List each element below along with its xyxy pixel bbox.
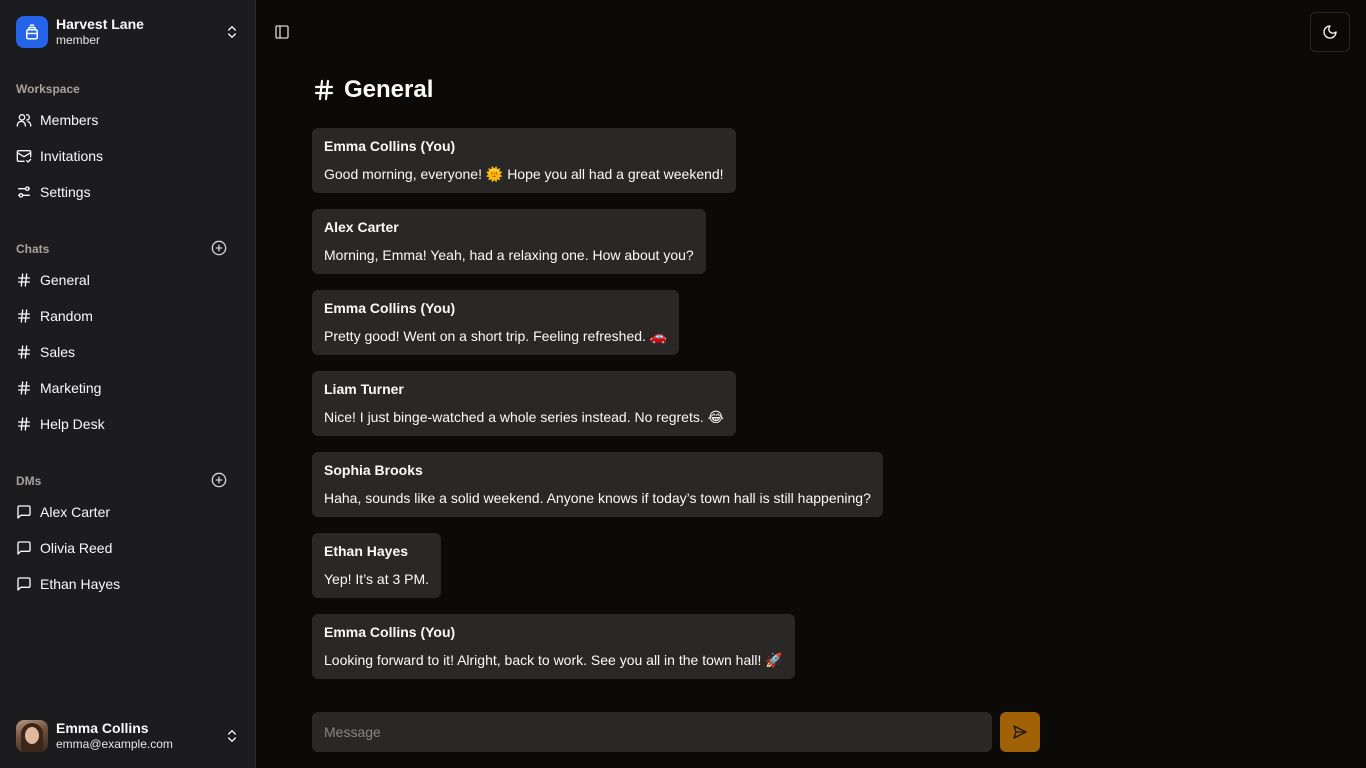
workspace-section-label: Workspace [16, 82, 80, 96]
channel-name: General [344, 76, 434, 103]
hash-icon [314, 79, 334, 101]
message: Liam Turner Nice! I just binge-watched a… [312, 371, 736, 436]
sidebar-item-label: General [40, 272, 90, 288]
sidebar-item-label: Ethan Hayes [40, 576, 121, 592]
theme-toggle-button[interactable] [1310, 12, 1350, 52]
message-author: Sophia Brooks [324, 462, 423, 478]
chevrons-up-down-icon [228, 730, 236, 742]
plus-circle-icon [211, 240, 227, 256]
sidebar-item-invitations[interactable]: Invitations [8, 140, 248, 172]
send-icon [1013, 725, 1027, 739]
add-chat-button[interactable] [210, 239, 228, 257]
panel-left-icon [275, 25, 289, 39]
message: Sophia Brooks Haha, sounds like a solid … [312, 452, 883, 517]
message: Emma Collins (You) Pretty good! Went on … [312, 290, 680, 355]
team-switcher[interactable]: Harvest Lane member [8, 8, 248, 56]
avatar [16, 720, 48, 752]
message-text: Nice! I just binge-watched a whole serie… [324, 409, 724, 425]
message-author: Liam Turner [324, 381, 404, 397]
message-list: Emma Collins (You) Good morning, everyon… [312, 128, 1052, 695]
message-author: Emma Collins (You) [324, 300, 456, 316]
sidebar-item-label: Olivia Reed [40, 540, 113, 556]
message-text: Morning, Emma! Yeah, had a relaxing one.… [324, 247, 694, 263]
sidebar-item-settings[interactable]: Settings [8, 176, 248, 208]
chats-section-label: Chats [16, 242, 50, 256]
team-logo-icon [16, 16, 48, 48]
message: Alex Carter Morning, Emma! Yeah, had a r… [312, 209, 706, 274]
message-input[interactable] [312, 712, 992, 752]
message-text: Haha, sounds like a solid weekend. Anyon… [324, 490, 871, 506]
message: Emma Collins (You) Good morning, everyon… [312, 128, 736, 193]
message-square-icon [16, 540, 32, 556]
hash-icon [16, 272, 32, 288]
chevrons-up-down-icon [228, 26, 236, 38]
sidebar-item-members[interactable]: Members [8, 104, 248, 136]
sidebar-item-label: Random [40, 308, 93, 324]
message: Emma Collins (You) Looking forward to it… [312, 614, 795, 679]
users-icon [16, 112, 32, 128]
sidebar-item-label: Invitations [40, 148, 104, 164]
team-name: Harvest Lane [56, 15, 144, 32]
sidebar-item-general[interactable]: General [8, 264, 248, 296]
settings-sliders-icon [16, 184, 32, 200]
message-author: Ethan Hayes [324, 543, 409, 559]
sidebar-item-label: Help Desk [40, 416, 105, 432]
message-author: Alex Carter [324, 219, 399, 235]
sidebar: Harvest Lane member Workspace Members In… [0, 0, 256, 768]
sidebar-item-label: Marketing [40, 380, 102, 396]
sidebar-item-label: Alex Carter [40, 504, 111, 520]
message-text: Good morning, everyone! 🌞 Hope you all h… [324, 166, 724, 182]
message-text: Yep! It’s at 3 PM. [324, 571, 430, 587]
message-text: Pretty good! Went on a short trip. Feeli… [324, 328, 668, 344]
send-button[interactable] [1000, 712, 1040, 752]
sidebar-item-help-desk[interactable]: Help Desk [8, 408, 248, 440]
sidebar-item-sales[interactable]: Sales [8, 336, 248, 368]
hash-icon [16, 344, 32, 360]
hash-icon [16, 308, 32, 324]
sidebar-item-random[interactable]: Random [8, 300, 248, 332]
sidebar-item-label: Members [40, 112, 99, 128]
add-dm-button[interactable] [210, 471, 228, 489]
sidebar-item-dm-alex-carter[interactable]: Alex Carter [8, 496, 248, 528]
moon-icon [1323, 25, 1337, 39]
message-author: Emma Collins (You) [324, 138, 456, 154]
message-text: Looking forward to it! Alright, back to … [324, 652, 783, 668]
dms-section-label: DMs [16, 474, 42, 488]
message: Ethan Hayes Yep! It’s at 3 PM. [312, 533, 442, 598]
sidebar-item-dm-olivia-reed[interactable]: Olivia Reed [8, 532, 248, 564]
sidebar-item-marketing[interactable]: Marketing [8, 372, 248, 404]
sidebar-item-label: Settings [40, 184, 91, 200]
user-menu[interactable]: Emma Collins emma@example.com [8, 712, 248, 760]
user-email: emma@example.com [56, 737, 173, 752]
hash-icon [16, 380, 32, 396]
sidebar-toggle-button[interactable] [270, 20, 294, 44]
hash-icon [16, 416, 32, 432]
sidebar-item-label: Sales [40, 344, 76, 360]
app: Harvest Lane member Workspace Members In… [0, 0, 1366, 768]
plus-circle-icon [211, 472, 227, 488]
page-title: General [312, 72, 433, 108]
message-author: Emma Collins (You) [324, 624, 456, 640]
message-square-icon [16, 576, 32, 592]
team-role: member [56, 33, 101, 48]
message-square-icon [16, 504, 32, 520]
mail-check-icon [16, 148, 32, 164]
user-name: Emma Collins [56, 719, 149, 736]
sidebar-item-dm-ethan-hayes[interactable]: Ethan Hayes [8, 568, 248, 600]
